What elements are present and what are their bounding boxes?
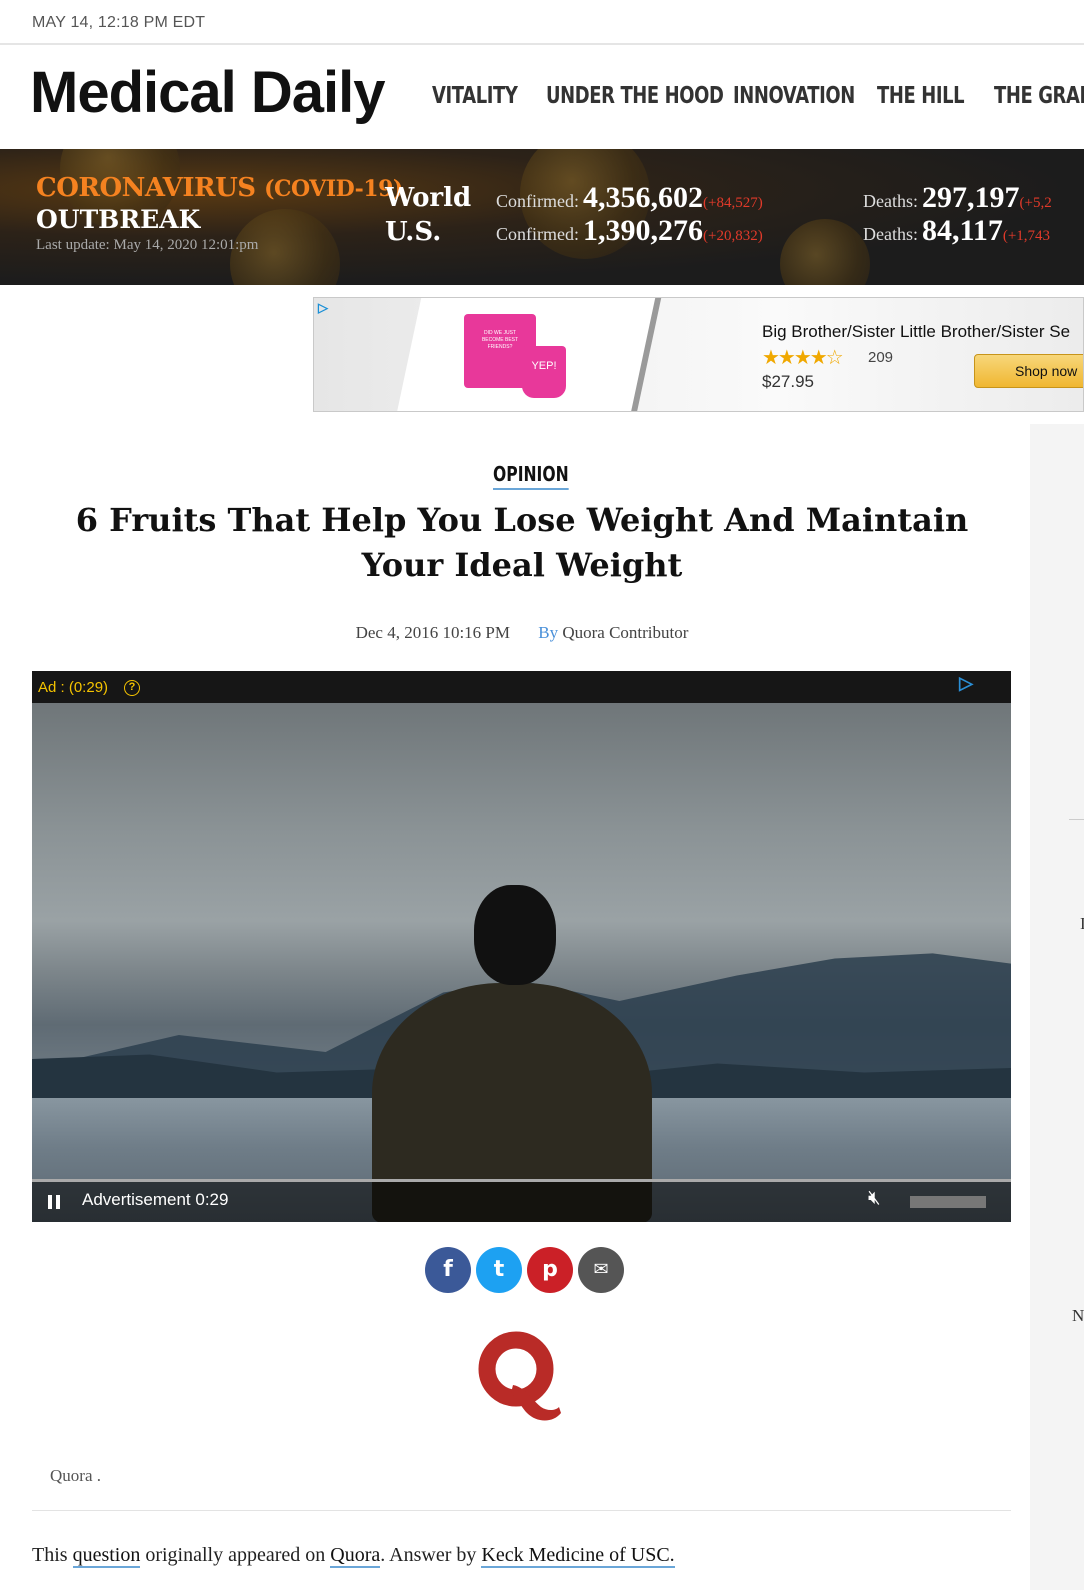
image-caption: Quora . <box>50 1466 101 1485</box>
byline-label: By <box>538 623 559 642</box>
pinterest-share-button[interactable]: p <box>527 1247 573 1293</box>
muted-speaker-icon[interactable]: 🔇︎ <box>868 1187 881 1210</box>
nav-vitality[interactable]: VITALITY <box>432 83 518 109</box>
current-date: MAY 14, 12:18 PM EDT <box>32 14 206 31</box>
article-lede: This question originally appeared on Quo… <box>32 1544 675 1568</box>
question-link[interactable]: question <box>72 1544 141 1568</box>
covid-subtitle: OUTBREAK <box>36 205 201 234</box>
video-frame[interactable] <box>32 703 1011 1222</box>
quora-link[interactable]: Quora <box>330 1544 381 1568</box>
world-deaths: Deaths: 297,197(+5,2 <box>863 181 1052 214</box>
shop-now-button[interactable]: Shop now <box>974 354 1083 388</box>
facebook-share-button[interactable]: f <box>425 1247 471 1293</box>
product-onesie-image[interactable]: YEP! <box>522 346 566 398</box>
date-bar: MAY 14, 12:18 PM EDT <box>0 0 1084 45</box>
volume-slider[interactable] <box>910 1196 986 1208</box>
keck-medicine-link[interactable]: Keck Medicine of USC. <box>481 1544 675 1568</box>
article-category[interactable]: OPINION <box>493 462 569 490</box>
rating-stars-icon: ★★★★☆ <box>762 347 844 369</box>
ad-product-title[interactable]: Big Brother/Sister Little Brother/Sister… <box>762 322 1070 342</box>
sidebar-text[interactable]: N <box>1072 1306 1084 1326</box>
divider <box>32 1510 1011 1511</box>
us-deaths: Deaths: 84,117(+1,743 <box>863 214 1051 247</box>
video-controls: Advertisement 0:29 🔇︎ <box>32 1179 1011 1222</box>
quora-logo-icon <box>478 1331 561 1421</box>
facebook-icon: f <box>443 1257 453 1282</box>
site-header: Medical Daily VITALITY UNDER THE HOOD IN… <box>0 45 1084 149</box>
us-confirmed: Confirmed: 1,390,276(+20,832) <box>496 214 763 247</box>
twitter-share-button[interactable]: t <box>476 1247 522 1293</box>
sidebar-divider <box>1069 819 1084 820</box>
pause-icon[interactable] <box>48 1195 60 1209</box>
rating-count: 209 <box>868 349 894 366</box>
nav-under-the-hood[interactable]: UNDER THE HOOD <box>546 83 724 109</box>
person-head <box>474 885 556 985</box>
region-world: World <box>385 183 472 213</box>
site-logo[interactable]: Medical Daily <box>30 59 385 126</box>
ad-banner[interactable]: ▷ DID WE JUST BECOME BEST FRIENDS? YEP! … <box>313 297 1084 412</box>
world-confirmed: Confirmed: 4,356,602(+84,527) <box>496 181 763 214</box>
pinterest-icon: p <box>542 1257 558 1282</box>
video-ad-header: Ad : (0:29) ? ▷ <box>32 671 1011 703</box>
right-sidebar: I N <box>1030 424 1084 1590</box>
adchoices-icon[interactable]: ▷ <box>318 300 336 316</box>
twitter-icon: t <box>493 1257 505 1282</box>
article-meta: Dec 4, 2016 10:16 PM By Quora Contributo… <box>0 623 1044 643</box>
video-player[interactable]: Ad : (0:29) ? ▷ Advertisement 0:29 🔇︎ <box>32 671 1011 1222</box>
article-author[interactable]: Quora Contributor <box>562 623 688 642</box>
ad-timer-label: Advertisement 0:29 <box>82 1190 229 1209</box>
email-icon: ✉ <box>593 1259 609 1280</box>
nav-the-grape[interactable]: THE GRAPE <box>994 83 1084 109</box>
covid-banner[interactable]: CORONAVIRUS (COVID-19) OUTBREAK Last upd… <box>0 149 1084 285</box>
covid-last-update: Last update: May 14, 2020 12:01:pm <box>36 237 259 253</box>
progress-bar[interactable] <box>32 1179 1011 1182</box>
nav-the-hill[interactable]: THE HILL <box>877 83 965 109</box>
onesie-text: YEP! <box>531 360 557 372</box>
help-icon[interactable]: ? <box>124 680 140 696</box>
email-share-button[interactable]: ✉ <box>578 1247 624 1293</box>
article-date: Dec 4, 2016 10:16 PM <box>355 623 510 642</box>
article-title: 6 Fruits That Help You Lose Weight And M… <box>75 501 969 584</box>
sidebar-text[interactable]: I <box>1080 914 1084 934</box>
ad-price: $27.95 <box>762 372 814 391</box>
region-us: U.S. <box>385 217 442 247</box>
virus-image <box>780 219 870 285</box>
adchoices-icon[interactable]: ▷ <box>959 673 973 694</box>
main-nav: VITALITY UNDER THE HOOD INNOVATION THE H… <box>432 83 1084 109</box>
nav-innovation[interactable]: INNOVATION <box>733 83 855 109</box>
video-ad-countdown: Ad : (0:29) <box>38 679 109 696</box>
covid-title: CORONAVIRUS (COVID-19) <box>36 173 403 203</box>
